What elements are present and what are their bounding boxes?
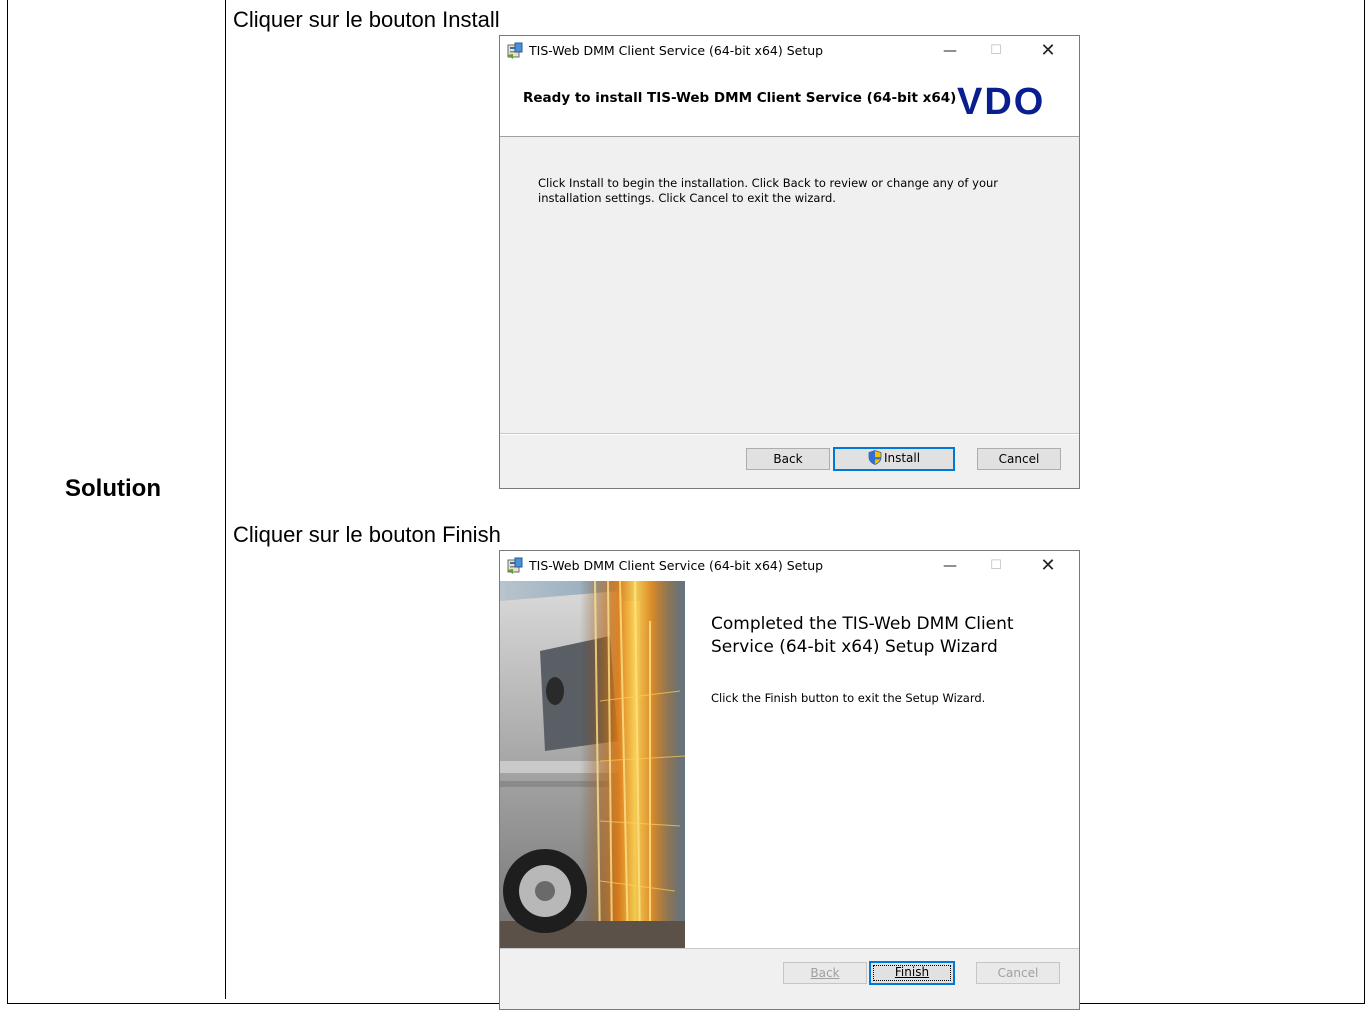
back-button[interactable]: Back <box>746 448 830 470</box>
install-setup-window: TIS-Web DMM Client Service (64-bit x64) … <box>499 35 1080 489</box>
window-title: TIS-Web DMM Client Service (64-bit x64) … <box>529 43 824 58</box>
vdo-logo: VDO <box>957 81 1045 121</box>
truck-banner-image <box>500 581 695 948</box>
title-bar: TIS-Web DMM Client Service (64-bit x64) … <box>500 36 1079 66</box>
cancel-button: Cancel <box>976 962 1060 984</box>
install-button-label: Install <box>883 451 921 465</box>
finish-setup-window: TIS-Web DMM Client Service (64-bit x64) … <box>499 550 1080 1010</box>
body-line-2: installation settings. Click Cancel to e… <box>538 191 836 205</box>
wizard-heading: Completed the TIS-Web DMM Client Service… <box>711 614 1014 657</box>
footer-separator <box>500 948 1079 949</box>
svg-text:VDO: VDO <box>957 81 1045 121</box>
uac-shield-icon <box>868 450 882 465</box>
maximize-button[interactable]: ☐ <box>973 36 1019 66</box>
finish-button-label: Finish <box>894 965 930 979</box>
maximize-button[interactable]: ☐ <box>973 551 1019 581</box>
title-bar: TIS-Web DMM Client Service (64-bit x64) … <box>500 551 1079 581</box>
window-title: TIS-Web DMM Client Service (64-bit x64) … <box>529 558 824 573</box>
minimize-button[interactable]: — <box>927 36 973 66</box>
wizard-body-text: Click the Finish button to exit the Setu… <box>711 691 986 705</box>
step1-caption: Cliquer sur le bouton Install <box>233 7 500 32</box>
back-button-label: Back <box>810 966 840 980</box>
minimize-button[interactable]: — <box>927 551 973 581</box>
finish-button[interactable]: Finish <box>869 961 955 985</box>
footer-separator <box>500 433 1079 435</box>
wizard-body-text: Click Install to begin the installation.… <box>538 176 1018 206</box>
back-button: Back <box>783 962 867 984</box>
step2-caption: Cliquer sur le bouton Finish <box>233 522 501 547</box>
wizard-header: Ready to install TIS-Web DMM Client Serv… <box>500 66 1079 137</box>
wizard-content: Completed the TIS-Web DMM Client Service… <box>500 581 1079 948</box>
install-button[interactable]: Install <box>833 447 955 471</box>
close-button[interactable]: ✕ <box>1025 551 1071 581</box>
body-line-1: Click Install to begin the installation.… <box>538 176 998 190</box>
close-button[interactable]: ✕ <box>1025 36 1071 66</box>
installer-app-icon <box>507 42 523 59</box>
table-column-divider <box>225 0 226 999</box>
cancel-button[interactable]: Cancel <box>977 448 1061 470</box>
row-label: Solution <box>65 475 161 502</box>
installer-app-icon <box>507 557 523 574</box>
wizard-heading: Ready to install TIS-Web DMM Client Serv… <box>523 90 957 106</box>
